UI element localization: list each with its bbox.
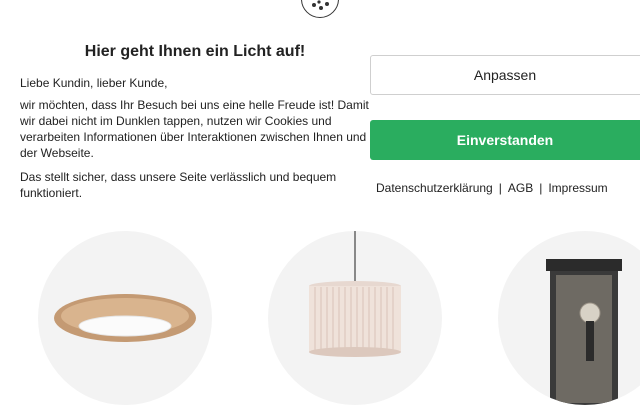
dialog-note-text: Das stellt sicher, dass unsere Seite ver… <box>20 170 337 200</box>
dialog-title: Hier geht Ihnen ein Licht auf! <box>84 43 306 60</box>
product-wall-lantern[interactable] <box>498 231 640 405</box>
imprint-link[interactable]: Impressum <box>548 181 607 195</box>
customize-button[interactable]: Anpassen <box>370 55 640 95</box>
product-ceiling-lamp[interactable] <box>38 231 212 405</box>
terms-link[interactable]: AGB <box>508 181 533 195</box>
cookie-consent-dialog: Hier geht Ihnen ein Licht auf! Liebe Kun… <box>0 0 640 205</box>
link-separator: | <box>539 181 543 195</box>
dialog-body-text: wir möchten, dass Ihr Besuch bei uns ein… <box>20 98 369 160</box>
ceiling-lamp-icon <box>54 294 196 342</box>
cookie-icon <box>301 0 339 18</box>
wall-lantern-icon <box>546 259 622 405</box>
dialog-greeting: Liebe Kundin, lieber Kunde, <box>20 76 168 90</box>
pendant-lamp-icon <box>309 231 401 357</box>
legal-links: Datenschutzerklärung | AGB | Impressum <box>376 181 608 195</box>
link-separator: | <box>498 181 502 195</box>
product-pendant-lamp[interactable] <box>268 231 442 405</box>
privacy-link[interactable]: Datenschutzerklärung <box>376 181 493 195</box>
accept-button[interactable]: Einverstanden <box>370 120 640 160</box>
